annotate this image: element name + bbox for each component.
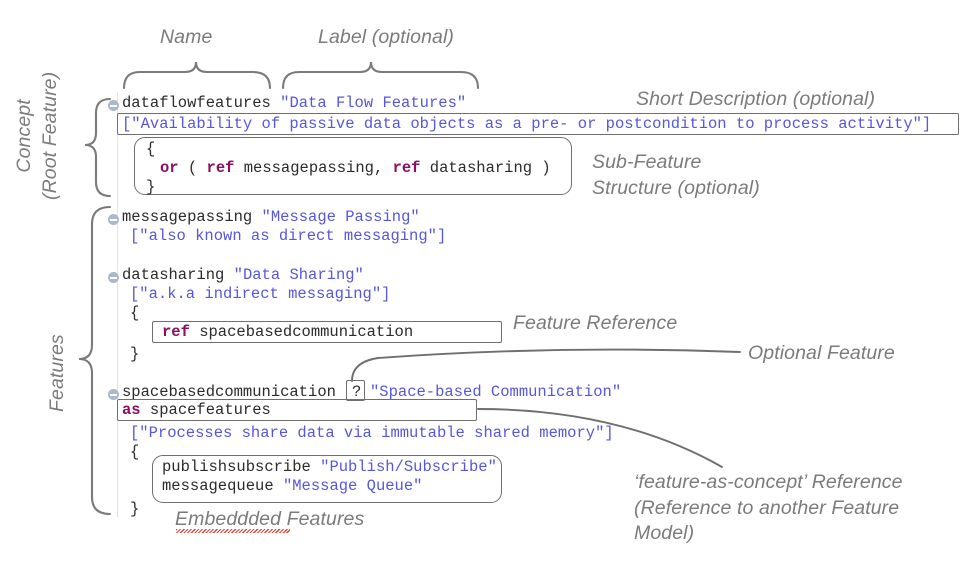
code-line-datasharing-brace-close: }	[130, 345, 140, 363]
keyword-ref-1: ref	[206, 159, 235, 177]
code-line-concept-brace-close: }	[146, 178, 156, 196]
feature-name-messagepassing: messagepassing	[122, 208, 253, 226]
annotation-feature-as-concept: ‘feature-as-concept’ Reference (Referenc…	[634, 471, 903, 545]
code-line-concept-name: dataflowfeatures "Data Flow Features"	[122, 94, 466, 112]
concept-name: dataflowfeatures	[122, 94, 271, 112]
concept-label: "Data Flow Features"	[280, 94, 467, 112]
code-line-spacebased-brace-close: }	[130, 500, 140, 518]
brace-label	[281, 61, 480, 90]
annotation-label: Label (optional)	[318, 26, 455, 48]
fold-icon-dataflowfeatures[interactable]	[108, 100, 119, 111]
child-name-publishsubscribe: publishsubscribe	[162, 458, 311, 476]
annotation-concept-root-feature: Concept (Root Feature)	[13, 71, 61, 200]
keyword-as: as	[122, 401, 141, 419]
brace-name	[122, 61, 272, 90]
fold-icon-messagepassing[interactable]	[108, 214, 119, 225]
annotation-feature-reference: Feature Reference	[513, 312, 678, 334]
keyword-or: or	[160, 159, 179, 177]
code-line-spacebased-description: ["Processes share data via immutable sha…	[130, 424, 614, 442]
annotation-name: Name	[160, 26, 213, 48]
annotation-optional-feature: Optional Feature	[748, 342, 895, 364]
child-label-publishsubscribe: "Publish/Subscribe"	[320, 458, 497, 476]
keyword-ref: ref	[162, 323, 190, 341]
annotation-features: Features	[46, 334, 68, 412]
annotation-short-description: Short Description (optional)	[636, 88, 876, 110]
fold-icon-datasharing[interactable]	[108, 272, 119, 283]
code-line-spacebased-brace-open: {	[130, 443, 140, 461]
feature-name-datasharing: datasharing	[122, 266, 225, 284]
brace-features	[78, 205, 112, 516]
annotation-sub-feature-structure: Sub-Feature Structure (optional)	[592, 151, 760, 199]
brace-concept	[84, 97, 112, 198]
code-line-datasharing-description: ["a.k.a indirect messaging"]	[130, 285, 391, 303]
connector-optional-feature	[351, 348, 741, 382]
editor-guide-line	[117, 92, 118, 517]
code-line-messagequeue: messagequeue "Message Queue"	[162, 477, 422, 495]
code-line-concept-structure: or ( ref messagepassing, ref datasharing…	[160, 159, 551, 177]
code-line-datasharing-brace-open: {	[130, 304, 140, 322]
code-line-spacebased-as: as spacefeatures	[122, 401, 271, 419]
feature-label-messagepassing: "Message Passing"	[261, 208, 420, 226]
code-line-datasharing-name: datasharing "Data Sharing"	[122, 266, 364, 284]
spellcheck-underline	[176, 529, 290, 533]
code-line-concept-description: ["Availability of passive data objects a…	[122, 115, 932, 133]
child-label-messagequeue: "Message Queue"	[282, 477, 423, 495]
code-line-messagepassing-name: messagepassing "Message Passing"	[122, 208, 420, 226]
keyword-ref-2: ref	[392, 159, 421, 177]
code-line-messagepassing-description: ["also known as direct messaging"]	[130, 227, 447, 245]
diagram-canvas: Name Label (optional) Short Description …	[0, 0, 967, 573]
code-line-datasharing-ref: ref spacebasedcommunication	[162, 323, 414, 341]
code-line-concept-brace-open: {	[146, 140, 156, 158]
feature-label-datasharing: "Data Sharing"	[233, 266, 364, 284]
child-name-messagequeue: messagequeue	[162, 477, 274, 495]
annotation-embedded-features: Embeddded Features	[175, 508, 365, 530]
code-line-publishsubscribe: publishsubscribe "Publish/Subscribe"	[162, 458, 497, 476]
